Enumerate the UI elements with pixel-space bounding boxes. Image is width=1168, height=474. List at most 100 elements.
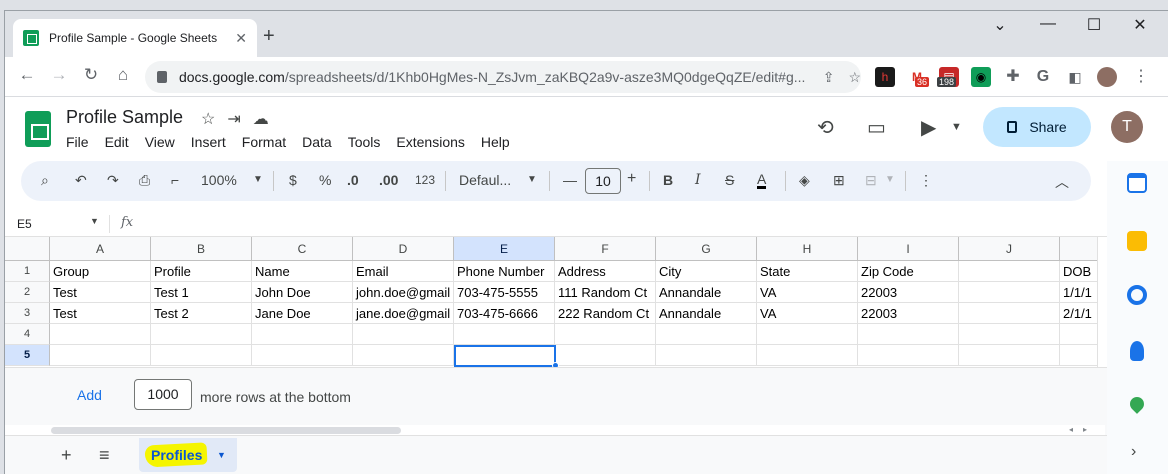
active-cell-selection[interactable] <box>454 345 556 367</box>
tab-close-icon[interactable]: ✕ <box>235 30 247 47</box>
side-panel-icon[interactable]: ◧ <box>1065 67 1085 87</box>
name-box-dropdown-icon[interactable]: ▼ <box>90 216 99 226</box>
extension-green-icon[interactable]: ◉ <box>971 67 991 87</box>
cell[interactable]: Test 2 <box>151 303 252 324</box>
menu-file[interactable]: File <box>66 134 89 150</box>
font-dropdown-icon[interactable]: ▼ <box>527 174 537 185</box>
cell[interactable]: jane.doe@gmail <box>353 303 454 324</box>
column-header-d[interactable]: D <box>353 237 454 261</box>
more-options-icon[interactable]: ⋮ <box>919 172 933 189</box>
column-header-c[interactable]: C <box>252 237 353 261</box>
menu-view[interactable]: View <box>145 134 175 150</box>
cell[interactable]: VA <box>757 303 858 324</box>
cell[interactable]: Phone Number <box>454 261 555 282</box>
version-history-icon[interactable]: ⟲ <box>817 115 834 140</box>
font-select[interactable]: Defaul... <box>459 172 511 188</box>
sheet-tab-dropdown-icon[interactable]: ▼ <box>217 450 226 460</box>
cell[interactable] <box>959 345 1060 366</box>
browser-tab[interactable]: Profile Sample - Google Sheets ✕ <box>13 19 257 57</box>
cell[interactable] <box>454 324 555 345</box>
comments-icon[interactable]: ▭ <box>867 115 886 140</box>
reload-icon[interactable]: ↻ <box>79 65 103 85</box>
italic-icon[interactable]: I <box>695 172 701 188</box>
add-sheet-button[interactable]: + <box>61 445 72 466</box>
cell[interactable] <box>959 261 1060 282</box>
menu-edit[interactable]: Edit <box>105 134 129 150</box>
bold-icon[interactable]: B <box>663 172 673 188</box>
more-formats-button[interactable]: 123 <box>415 173 435 187</box>
cell[interactable]: 22003 <box>858 303 959 324</box>
all-sheets-button[interactable]: ≡ <box>99 445 110 466</box>
collapse-menus-icon[interactable]: ︿ <box>1055 172 1069 192</box>
cell[interactable]: Test <box>50 303 151 324</box>
cell[interactable]: Profile <box>151 261 252 282</box>
cell[interactable] <box>656 345 757 366</box>
horizontal-scrollbar[interactable]: ◂ ▸ <box>5 425 1105 435</box>
meet-dropdown-icon[interactable]: ▼ <box>951 121 962 133</box>
print-icon[interactable]: ⎙ <box>139 172 150 189</box>
increase-font-size-icon[interactable]: + <box>627 170 636 188</box>
document-title[interactable]: Profile Sample <box>66 107 183 128</box>
cell[interactable]: 22003 <box>858 282 959 303</box>
cell[interactable]: Annandale <box>656 282 757 303</box>
sheet-tab-profiles[interactable]: Profiles ▼ <box>139 438 237 472</box>
column-header-f[interactable]: F <box>555 237 656 261</box>
extensions-puzzle-icon[interactable]: ✚ <box>1003 67 1023 87</box>
cell[interactable]: john.doe@gmail <box>353 282 454 303</box>
borders-icon[interactable]: ⊞ <box>833 172 845 189</box>
fill-color-icon[interactable]: ◈ <box>799 172 810 189</box>
font-size-input[interactable]: 10 <box>585 168 621 194</box>
column-header-a[interactable]: A <box>50 237 151 261</box>
cell[interactable]: VA <box>757 282 858 303</box>
row-header-1[interactable]: 1 <box>5 261 50 282</box>
column-header-e[interactable]: E <box>454 237 555 261</box>
cell[interactable]: State <box>757 261 858 282</box>
new-tab-button[interactable]: + <box>263 25 275 48</box>
increase-decimal-button[interactable]: .00 <box>379 172 398 188</box>
cell[interactable] <box>555 324 656 345</box>
tasks-icon[interactable] <box>1127 285 1147 305</box>
decrease-font-size-icon[interactable]: — <box>563 172 577 188</box>
paint-format-icon[interactable]: ⌐ <box>171 172 179 188</box>
column-header-h[interactable]: H <box>757 237 858 261</box>
cell[interactable]: John Doe <box>252 282 353 303</box>
extension-h-icon[interactable]: h <box>875 67 895 87</box>
cell[interactable]: Email <box>353 261 454 282</box>
move-folder-icon[interactable]: ⇥ <box>227 109 240 129</box>
cell[interactable]: Name <box>252 261 353 282</box>
maps-icon[interactable] <box>1127 394 1147 414</box>
menu-help[interactable]: Help <box>481 134 510 150</box>
row-header-2[interactable]: 2 <box>5 282 50 303</box>
column-header-i[interactable]: I <box>858 237 959 261</box>
menu-insert[interactable]: Insert <box>191 134 226 150</box>
cell[interactable] <box>555 345 656 366</box>
add-rows-count-input[interactable]: 1000 <box>134 379 192 410</box>
menu-data[interactable]: Data <box>302 134 332 150</box>
share-page-icon[interactable]: ⇪ <box>823 69 835 86</box>
undo-icon[interactable]: ↶ <box>75 172 87 189</box>
cell[interactable]: 703-475-5555 <box>454 282 555 303</box>
cell[interactable] <box>757 345 858 366</box>
home-icon[interactable]: ⌂ <box>111 65 135 85</box>
close-window-icon[interactable]: ✕ <box>1117 15 1163 35</box>
cell[interactable]: Zip Code <box>858 261 959 282</box>
scroll-left-icon[interactable]: ◂ <box>1069 425 1073 434</box>
search-menus-icon[interactable]: ⌕ <box>41 172 49 189</box>
column-header-b[interactable]: B <box>151 237 252 261</box>
currency-format-button[interactable]: $ <box>289 172 297 188</box>
menu-format[interactable]: Format <box>242 134 286 150</box>
merge-dropdown-icon[interactable]: ▼ <box>885 174 895 185</box>
profile-icon[interactable] <box>1097 67 1117 87</box>
cell[interactable] <box>959 282 1060 303</box>
minimize-icon[interactable]: — <box>1025 15 1071 33</box>
scroll-right-icon[interactable]: ▸ <box>1083 425 1087 434</box>
cell[interactable]: 111 Random Ct <box>555 282 656 303</box>
keep-icon[interactable] <box>1127 231 1147 251</box>
zoom-dropdown-icon[interactable]: ▼ <box>253 174 263 185</box>
cell[interactable] <box>50 324 151 345</box>
cell[interactable]: Address <box>555 261 656 282</box>
percent-format-button[interactable]: % <box>319 172 331 188</box>
cell[interactable]: Test 1 <box>151 282 252 303</box>
cell[interactable] <box>252 345 353 366</box>
merge-cells-icon[interactable]: ⊟ <box>865 172 877 189</box>
